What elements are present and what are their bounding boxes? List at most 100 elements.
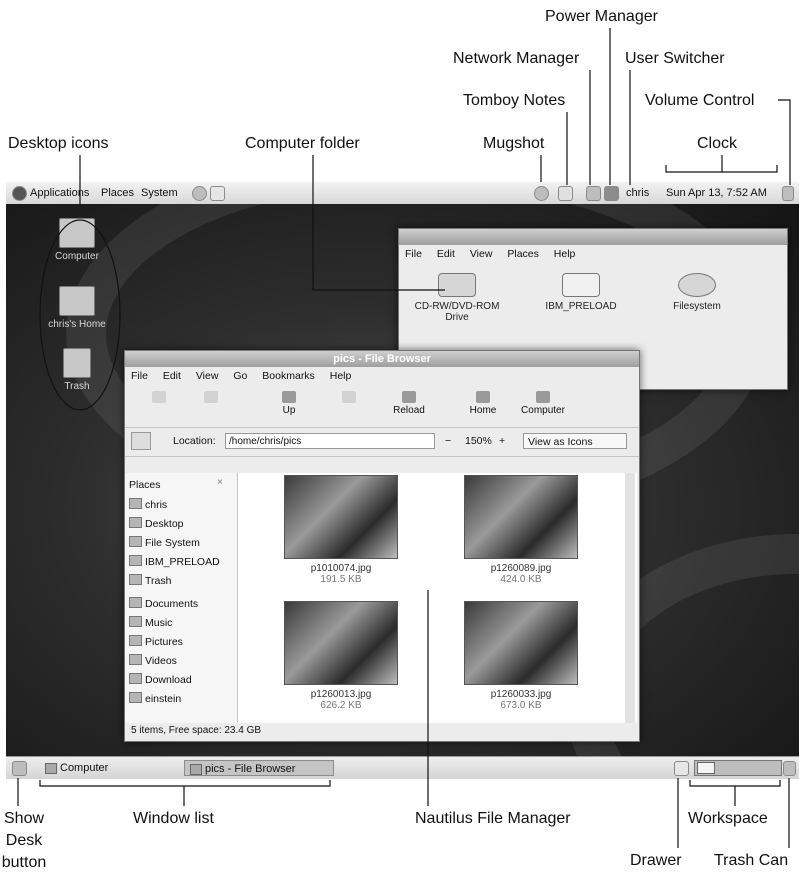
computer-window-titlebar[interactable] xyxy=(399,229,787,245)
desktop-icon-label: chris's Home xyxy=(48,319,106,330)
filesystem-item[interactable]: Filesystem xyxy=(647,273,747,312)
sidebar-item-label: Videos xyxy=(145,655,177,667)
menu-view[interactable]: View xyxy=(196,370,219,382)
menu-view[interactable]: View xyxy=(470,248,493,260)
clock[interactable]: Sun Apr 13, 7:52 AM xyxy=(666,182,767,204)
close-sidebar-icon[interactable]: × xyxy=(217,477,223,488)
callout-window-list: Window list xyxy=(133,810,214,827)
reload-button[interactable]: Reload xyxy=(381,391,437,416)
tomboy-notes-icon[interactable] xyxy=(558,186,573,201)
sidebar-item-label: einstein xyxy=(145,693,182,705)
sidebar-item-videos[interactable]: Videos xyxy=(129,653,177,669)
sidebar-item-label: chris xyxy=(145,499,168,511)
sidebar-item-music[interactable]: Music xyxy=(129,615,172,631)
drive-icon xyxy=(129,536,142,547)
trash-can-icon[interactable] xyxy=(783,761,796,776)
file-thumbnail[interactable]: p1260089.jpg 424.0 KB xyxy=(461,475,581,585)
reload-icon xyxy=(402,391,416,403)
power-manager-icon[interactable] xyxy=(604,186,619,201)
callout-mugshot: Mugshot xyxy=(483,135,545,152)
applications-menu[interactable]: Applications xyxy=(30,182,89,204)
trash-icon xyxy=(63,348,91,378)
computer-icon xyxy=(45,763,57,774)
network-manager-icon[interactable] xyxy=(586,186,601,201)
computer-button[interactable]: Computer xyxy=(515,391,571,416)
view-mode-value: View as Icons xyxy=(528,436,593,448)
home-button[interactable]: Home xyxy=(455,391,511,416)
sidebar-item-documents[interactable]: Documents xyxy=(129,596,198,612)
taskbar-item-computer[interactable]: Computer xyxy=(40,760,180,776)
callout-computer-folder: Computer folder xyxy=(245,135,360,152)
mugshot-icon[interactable] xyxy=(534,186,549,201)
callout-trash-can: Trash Can xyxy=(714,852,789,869)
cd-drive-item[interactable]: CD-RW/DVD-ROM Drive xyxy=(407,273,507,323)
file-thumbnail[interactable]: p1260013.jpg 626.2 KB xyxy=(281,601,401,711)
forward-button[interactable] xyxy=(183,391,239,405)
hard-disk-icon xyxy=(678,273,716,297)
computer-icon xyxy=(536,391,550,403)
file-size: 673.0 KB xyxy=(500,700,542,711)
stop-button[interactable] xyxy=(321,391,377,405)
volume-icon[interactable] xyxy=(782,186,794,201)
sidebar-item-chris[interactable]: chris xyxy=(129,497,167,513)
menu-places[interactable]: Places xyxy=(507,248,539,260)
menu-file[interactable]: File xyxy=(405,248,422,260)
drawer-icon[interactable] xyxy=(674,761,689,776)
places-menu[interactable]: Places xyxy=(101,182,134,204)
view-mode-select[interactable]: View as Icons xyxy=(523,433,627,449)
top-panel: Applications Places System chris Sun Apr… xyxy=(6,182,799,205)
menu-bookmarks[interactable]: Bookmarks xyxy=(262,370,315,382)
desktop-icon-home[interactable]: chris's Home xyxy=(42,286,112,330)
system-menu[interactable]: System xyxy=(141,182,178,204)
file-browser-titlebar[interactable]: pics - File Browser xyxy=(125,351,639,367)
callout-clock: Clock xyxy=(697,135,738,152)
taskbar-item-file-browser[interactable]: pics - File Browser xyxy=(184,760,334,776)
vertical-scrollbar[interactable] xyxy=(625,473,635,723)
item-label: IBM_PRELOAD xyxy=(545,301,617,312)
drive-icon xyxy=(562,273,600,297)
menu-go[interactable]: Go xyxy=(233,370,247,382)
sidebar-item-trash[interactable]: Trash xyxy=(129,573,171,589)
location-input[interactable]: /home/chris/pics xyxy=(225,433,435,449)
back-button[interactable] xyxy=(131,391,187,405)
photo-thumbnail xyxy=(284,475,398,559)
home-label: Home xyxy=(469,405,497,416)
menu-file[interactable]: File xyxy=(131,370,148,382)
computer-label: Computer xyxy=(521,405,565,416)
sidebar-item-label: Pictures xyxy=(145,636,183,648)
menu-edit[interactable]: Edit xyxy=(163,370,181,382)
folder-icon xyxy=(129,597,142,608)
sidebar-item-desktop[interactable]: Desktop xyxy=(129,516,184,532)
back-arrow-icon xyxy=(152,391,166,403)
desktop-icon xyxy=(129,517,142,528)
taskbar-item-label: pics - File Browser xyxy=(205,763,296,775)
web-browser-icon[interactable] xyxy=(192,186,207,201)
show-desktop-icon[interactable] xyxy=(12,761,27,776)
menu-help[interactable]: Help xyxy=(330,370,352,382)
sidebar-item-ibm-preload[interactable]: IBM_PRELOAD xyxy=(129,554,220,570)
zoom-out-icon[interactable]: − xyxy=(445,435,451,447)
toggle-location-icon[interactable] xyxy=(131,432,151,450)
mail-icon[interactable] xyxy=(210,186,225,201)
up-button[interactable]: Up xyxy=(261,391,317,416)
user-switcher[interactable]: chris xyxy=(626,182,649,204)
sidebar-item-file-system[interactable]: File System xyxy=(129,535,200,551)
callout-tomboy-notes: Tomboy Notes xyxy=(463,92,566,109)
file-thumbnail[interactable]: p1010074.jpg 191.5 KB xyxy=(281,475,401,585)
zoom-in-icon[interactable]: + xyxy=(499,435,505,447)
sidebar-title[interactable]: Places xyxy=(129,477,161,493)
file-thumbnail[interactable]: p1260033.jpg 673.0 KB xyxy=(461,601,581,711)
sidebar-item-download[interactable]: Download xyxy=(129,672,192,688)
clock-bracket xyxy=(665,155,778,173)
workspace-switcher[interactable] xyxy=(694,760,782,776)
ibm-preload-item[interactable]: IBM_PRELOAD xyxy=(531,273,631,312)
folder-icon xyxy=(129,635,142,646)
sidebar-item-einstein[interactable]: einstein xyxy=(129,691,181,707)
desktop: Computer chris's Home Trash File Edit Vi… xyxy=(6,204,799,756)
desktop-icon-computer[interactable]: Computer xyxy=(42,218,112,262)
desktop-icon-trash[interactable]: Trash xyxy=(42,348,112,392)
menu-help[interactable]: Help xyxy=(554,248,576,260)
sidebar-item-pictures[interactable]: Pictures xyxy=(129,634,183,650)
workspace-1[interactable] xyxy=(697,762,715,774)
menu-edit[interactable]: Edit xyxy=(437,248,455,260)
